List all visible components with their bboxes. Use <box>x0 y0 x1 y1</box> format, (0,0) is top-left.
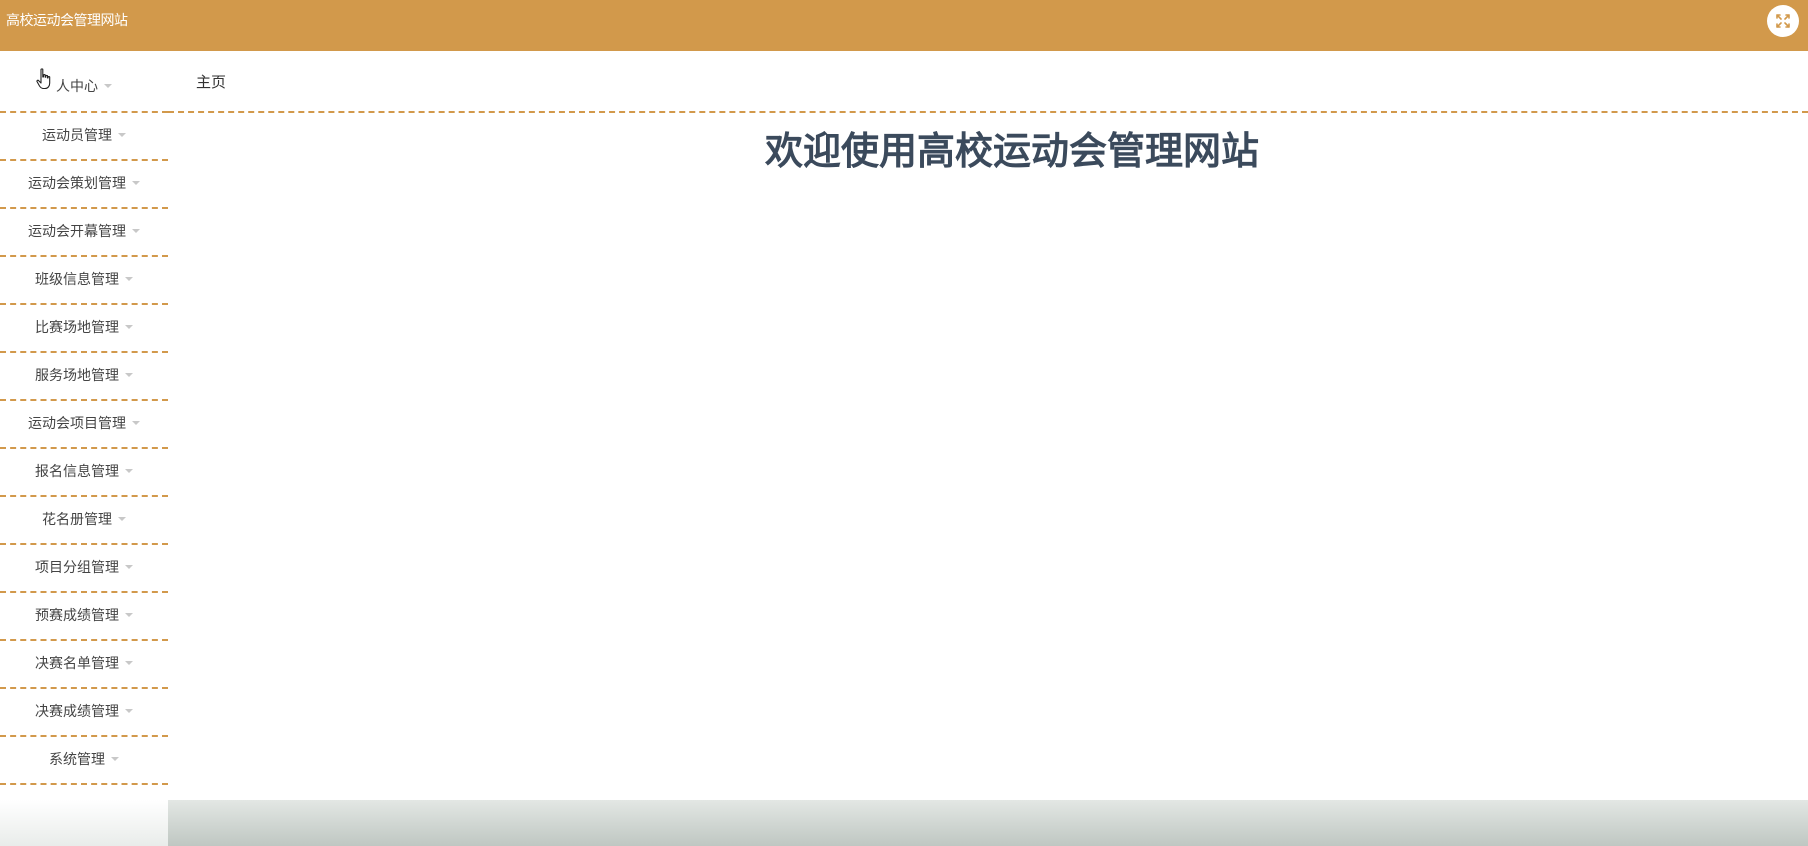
bottom-bar <box>168 800 1808 846</box>
sidebar-footer <box>0 800 168 846</box>
sidebar-item-label: 决赛名单管理 <box>35 656 119 672</box>
fullscreen-button[interactable] <box>1767 5 1799 37</box>
caret-down-icon <box>118 517 126 521</box>
header-divider <box>168 111 1808 113</box>
sidebar-item-athlete-management[interactable]: 运动员管理 <box>0 113 168 161</box>
sidebar-item-label: 人中心 <box>56 79 98 95</box>
sidebar-item-label: 运动员管理 <box>42 128 112 144</box>
sidebar-item-label: 系统管理 <box>49 752 105 768</box>
sidebar-item-final-list-management[interactable]: 决赛名单管理 <box>0 641 168 689</box>
sidebar-item-label: 报名信息管理 <box>35 464 119 480</box>
sidebar-item-roster-management[interactable]: 花名册管理 <box>0 497 168 545</box>
sidebar-item-label: 运动会策划管理 <box>28 176 126 192</box>
caret-down-icon <box>125 565 133 569</box>
caret-down-icon <box>125 325 133 329</box>
sidebar-item-label: 预赛成绩管理 <box>35 608 119 624</box>
welcome-heading: 欢迎使用高校运动会管理网站 <box>764 129 1259 173</box>
sidebar-item-personal-center[interactable]: 人中心 <box>0 63 168 113</box>
caret-down-icon <box>125 373 133 377</box>
caret-down-icon <box>132 229 140 233</box>
sidebar-item-label: 项目分组管理 <box>35 560 119 576</box>
sidebar-item-label: 运动会项目管理 <box>28 416 126 432</box>
sidebar-item-class-info-management[interactable]: 班级信息管理 <box>0 257 168 305</box>
sidebar-item-service-venue-management[interactable]: 服务场地管理 <box>0 353 168 401</box>
caret-down-icon <box>125 613 133 617</box>
caret-down-icon <box>104 84 112 88</box>
sidebar-item-final-results-management[interactable]: 决赛成绩管理 <box>0 689 168 737</box>
caret-down-icon <box>132 421 140 425</box>
sidebar-item-registration-management[interactable]: 报名信息管理 <box>0 449 168 497</box>
sidebar-item-event-management[interactable]: 运动会项目管理 <box>0 401 168 449</box>
caret-down-icon <box>125 661 133 665</box>
sidebar-item-label: 决赛成绩管理 <box>35 704 119 720</box>
sidebar-item-label: 花名册管理 <box>42 512 112 528</box>
hand-pointer-cursor-icon <box>36 68 52 94</box>
sidebar-item-preliminary-results-management[interactable]: 预赛成绩管理 <box>0 593 168 641</box>
caret-down-icon <box>125 469 133 473</box>
sidebar-item-opening-ceremony-management[interactable]: 运动会开幕管理 <box>0 209 168 257</box>
caret-down-icon <box>125 709 133 713</box>
sidebar-item-system-management[interactable]: 系统管理 <box>0 737 168 785</box>
sidebar-item-meet-planning-management[interactable]: 运动会策划管理 <box>0 161 168 209</box>
sidebar-item-label: 比赛场地管理 <box>35 320 119 336</box>
top-bar: 高校运动会管理网站 <box>0 0 1808 51</box>
caret-down-icon <box>111 757 119 761</box>
caret-down-icon <box>125 277 133 281</box>
sidebar-item-label: 运动会开幕管理 <box>28 224 126 240</box>
breadcrumb-home[interactable]: 主页 <box>196 73 226 91</box>
sidebar-item-competition-venue-management[interactable]: 比赛场地管理 <box>0 305 168 353</box>
app-title: 高校运动会管理网站 <box>6 13 128 29</box>
caret-down-icon <box>118 133 126 137</box>
sidebar: 人中心 运动员管理 运动会策划管理 运动会开幕管理 班级信息管理 比赛场地管理 … <box>0 63 168 785</box>
sidebar-item-label: 班级信息管理 <box>35 272 119 288</box>
sidebar-item-event-grouping-management[interactable]: 项目分组管理 <box>0 545 168 593</box>
sidebar-item-label: 服务场地管理 <box>35 368 119 384</box>
caret-down-icon <box>132 181 140 185</box>
